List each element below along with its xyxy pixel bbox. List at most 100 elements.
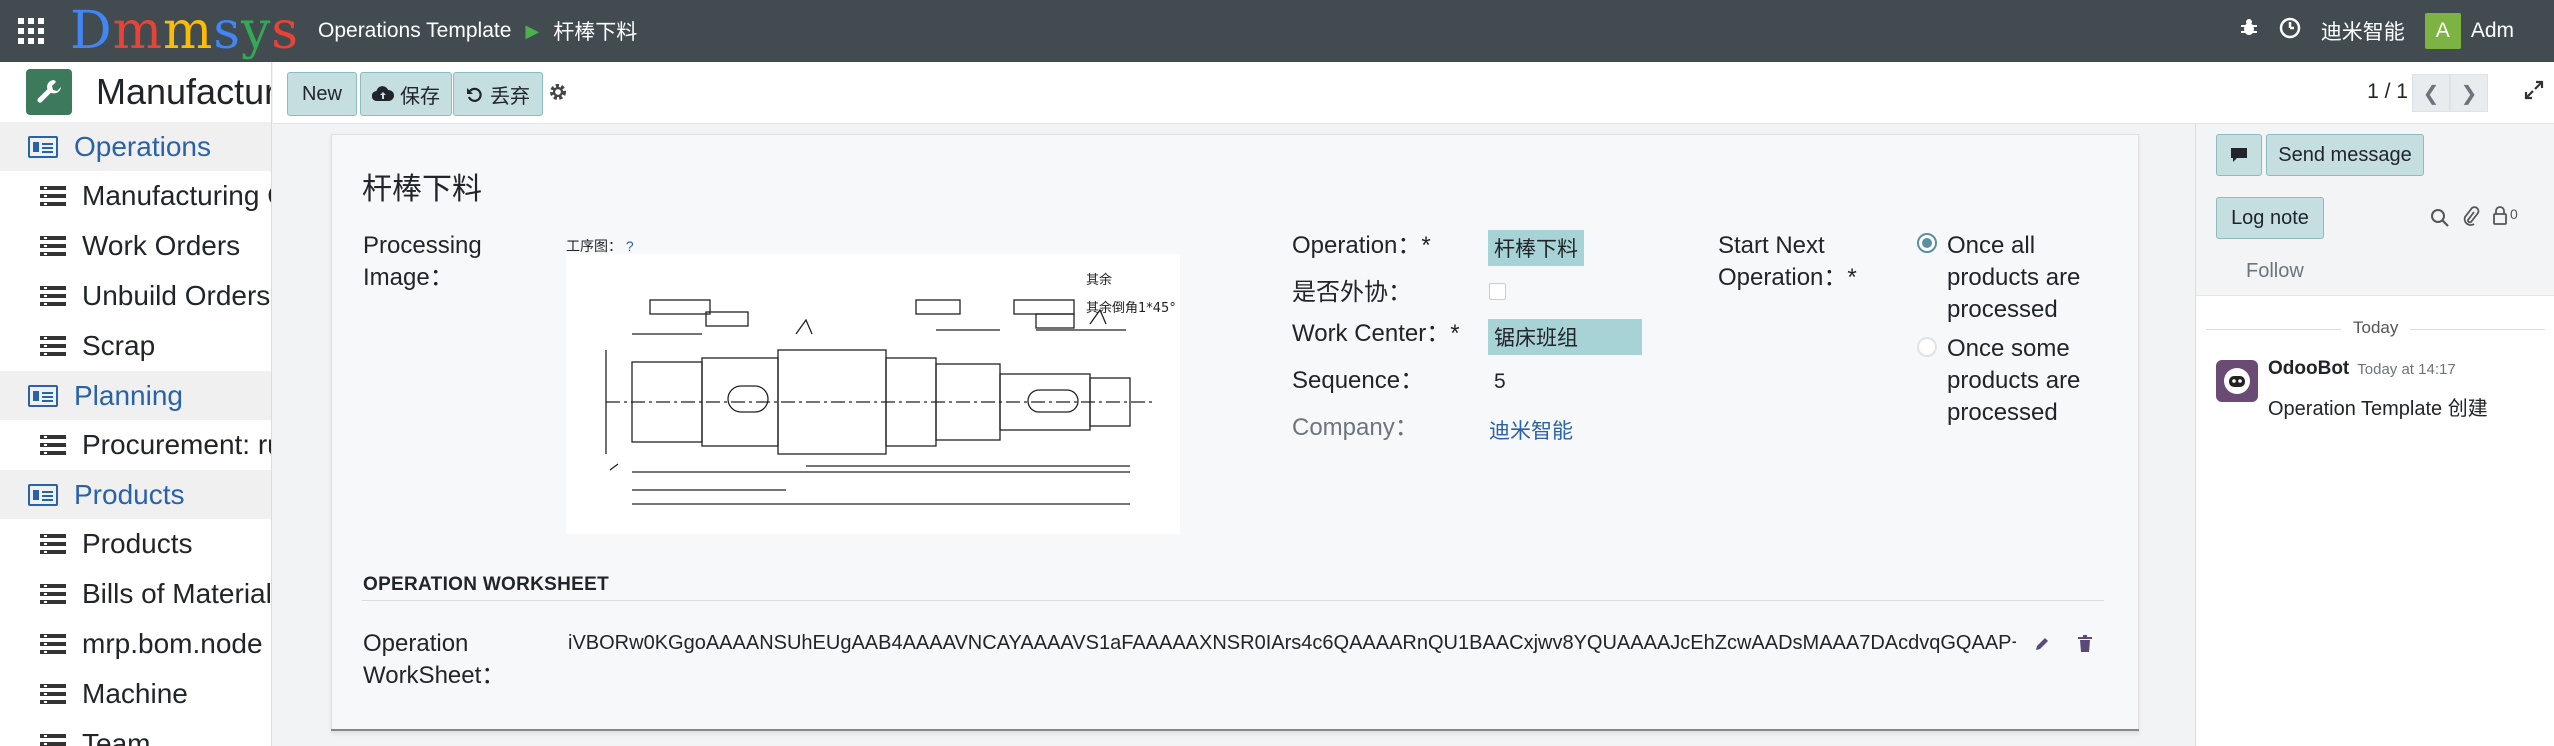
outsource-label: 是否外协：	[1292, 279, 1412, 306]
work-center-field[interactable]: 锯床班组	[1488, 319, 1642, 355]
discard-button[interactable]: 丢弃	[453, 72, 543, 116]
company-switcher[interactable]: 迪米智能	[2321, 16, 2405, 46]
drawing-note-2: 其余倒角1*45°	[1086, 300, 1176, 316]
pager-next-button[interactable]: ❯	[2450, 74, 2488, 112]
sidebar-item-label: Products	[82, 528, 193, 559]
user-menu[interactable]: A Adm	[2424, 13, 2514, 49]
sequence-field[interactable]: 5	[1494, 370, 1506, 394]
sidebar-app-title: Manufacturing	[96, 71, 271, 112]
search-icon[interactable]	[2430, 208, 2450, 233]
operation-field[interactable]: 杆棒下料	[1488, 230, 1584, 266]
sidebar-section-operations[interactable]: Operations	[0, 122, 271, 171]
send-message-label: Send message	[2278, 143, 2412, 166]
trash-icon[interactable]	[2077, 635, 2093, 658]
logo-letter: s	[271, 1, 300, 61]
send-message-button[interactable]: Send message	[2266, 134, 2424, 176]
pager-previous-button[interactable]: ❮	[2412, 74, 2450, 112]
chevron-right-icon: ❯	[2460, 82, 2478, 105]
radio-once-all-label[interactable]: Once all products are processed	[1947, 230, 2107, 326]
work-center-label: Work Center：*	[1292, 320, 1460, 347]
operation-label: Operation：*	[1292, 232, 1431, 259]
sidebar-item-scrap[interactable]: Scrap	[0, 321, 271, 371]
follow-button[interactable]: Follow	[2246, 260, 2304, 283]
shaft-drawing: 其余 其余倒角1*45°	[605, 272, 1176, 505]
processing-image-label: Processing Image：	[363, 232, 482, 291]
logo-letter: D	[70, 1, 113, 61]
new-button-label: New	[301, 82, 342, 105]
sidebar-app-header: Manufacturing	[0, 62, 271, 122]
robot-face-icon	[2224, 368, 2250, 394]
breadcrumb: Operations Template ▶ 杆棒下料	[318, 16, 637, 46]
chatter-panel: Send message Log note 0 Follow Today Odo…	[2195, 124, 2554, 746]
company-field[interactable]: 迪米智能	[1489, 415, 1573, 445]
list-icon	[40, 435, 66, 455]
sidebar-item-bom-node[interactable]: mrp.bom.node	[0, 619, 271, 669]
worksheet-binary-field[interactable]: iVBORw0KGgoAAAANSUhEUgAAB4AAAAVNCAYAAAAV…	[568, 632, 2016, 655]
sequence-label: Sequence：	[1292, 367, 1425, 394]
list-icon	[40, 584, 66, 604]
sidebar-item-label: Scrap	[82, 330, 156, 361]
list-icon	[40, 634, 66, 654]
section-card-icon	[28, 135, 58, 158]
logo-letter: m	[163, 1, 214, 61]
save-button[interactable]: 保存	[360, 72, 452, 116]
sidebar-item-products[interactable]: Products	[0, 519, 271, 569]
list-icon	[40, 336, 66, 356]
sidebar-item-procurement[interactable]: Procurement: run scheduler	[0, 420, 271, 470]
sidebar-item-label: Machine	[82, 678, 188, 709]
debug-bug-icon[interactable]	[2239, 18, 2259, 44]
radio-once-all[interactable]	[1917, 233, 1937, 253]
apps-menu-icon[interactable]	[0, 0, 62, 62]
image-caption-text: 工序图：	[566, 238, 622, 254]
sidebar-section-label: Operations	[74, 130, 211, 162]
worksheet-section-title: OPERATION WORKSHEET	[363, 574, 610, 595]
form-sheet-divider	[331, 729, 2139, 731]
odoobot-avatar	[2216, 360, 2258, 402]
activity-clock-icon[interactable]	[2279, 17, 2301, 45]
sidebar-item-label: Work Orders	[82, 230, 241, 261]
log-note-button[interactable]: Log note	[2216, 197, 2324, 239]
logo-letter: m	[112, 1, 164, 61]
list-icon	[40, 734, 66, 746]
breadcrumb-arrow-icon: ▶	[525, 20, 540, 41]
radio-once-some-label[interactable]: Once some products are processed	[1947, 333, 2107, 429]
breadcrumb-parent[interactable]: Operations Template	[318, 19, 511, 43]
list-icon	[40, 684, 66, 704]
sidebar-item-bills-of-materials[interactable]: Bills of Materials	[0, 569, 271, 619]
pager-value[interactable]: 1 / 1	[2367, 80, 2408, 104]
sidebar-section-planning[interactable]: Planning	[0, 371, 271, 420]
user-name: Adm	[2470, 19, 2514, 42]
control-panel: New 保存 丢弃 1 / 1 ❮ ❯	[273, 62, 2554, 124]
sidebar-item-unbuild-orders[interactable]: Unbuild Orders	[0, 271, 271, 321]
app-sidebar: Manufacturing Operations Manufacturing O…	[0, 62, 272, 746]
message-time: Today at 14:17	[2357, 361, 2456, 378]
chat-button[interactable]	[2216, 134, 2262, 176]
navbar-systray: 迪米智能 A Adm	[2239, 0, 2514, 62]
new-button[interactable]: New	[287, 72, 357, 116]
processing-image[interactable]: 其余 其余倒角1*45°	[566, 254, 1180, 534]
outsource-checkbox[interactable]	[1489, 283, 1506, 300]
sidebar-item-team[interactable]: Team	[0, 719, 271, 746]
list-icon	[40, 236, 66, 256]
help-mark-icon: ?	[625, 238, 634, 254]
gear-icon[interactable]	[548, 82, 568, 107]
sidebar-section-products[interactable]: Products	[0, 470, 271, 519]
sidebar-item-manufacturing-orders[interactable]: Manufacturing Orders	[0, 171, 271, 221]
chevron-left-icon: ❮	[2422, 82, 2440, 105]
message-header: OdooBot Today at 14:17	[2268, 358, 2456, 380]
sidebar-item-work-orders[interactable]: Work Orders	[0, 221, 271, 271]
sidebar-item-label: Manufacturing Orders	[82, 180, 271, 211]
brand-logo[interactable]: Dmmsys	[70, 0, 318, 62]
radio-once-some[interactable]	[1917, 337, 1937, 357]
discard-button-label: 丢弃	[490, 85, 530, 108]
sidebar-item-label: Procurement: run scheduler	[82, 429, 271, 460]
expand-icon[interactable]	[2524, 80, 2544, 106]
message-body: Operation Template 创建	[2268, 398, 2488, 420]
user-avatar: A	[2424, 13, 2461, 49]
followers-button[interactable]: 0	[2492, 206, 2518, 226]
company-label: Company：	[1292, 414, 1419, 441]
sidebar-item-machine[interactable]: Machine	[0, 669, 271, 719]
pencil-edit-icon[interactable]	[2034, 636, 2050, 657]
record-title[interactable]: 杆棒下料	[362, 164, 482, 208]
paperclip-icon[interactable]	[2462, 206, 2480, 233]
